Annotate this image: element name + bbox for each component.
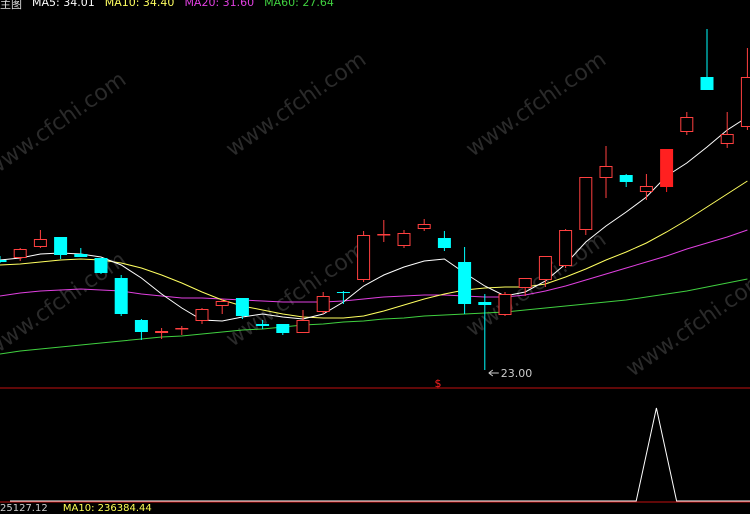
candle-body (0, 260, 7, 262)
candle-body (700, 77, 714, 90)
candle-body (559, 230, 573, 266)
watermark-text: www.cfchi.com (222, 47, 371, 162)
candle-body (619, 175, 633, 182)
candle-body (296, 320, 310, 333)
candle (680, 112, 694, 135)
volume-panel (10, 407, 750, 502)
candle (599, 146, 613, 198)
candle (458, 247, 472, 314)
volume-ma-value: MA10: 236384.44 (62, 503, 152, 514)
candle (296, 310, 310, 333)
indicator-legend: 主图 MA5: 34.01 MA10: 34.40 MA20: 31.60 MA… (0, 0, 334, 11)
candle (639, 174, 653, 200)
candle-body (13, 249, 27, 258)
candle (397, 230, 411, 248)
candle (114, 275, 128, 316)
candle-body (235, 298, 249, 316)
watermark-text: www.cfchi.com (222, 237, 371, 352)
candle-body (316, 296, 330, 312)
candle (498, 292, 512, 316)
candle-body (94, 258, 108, 273)
ma5-legend: MA5: 34.01 (32, 0, 95, 9)
ma10-legend: MA10: 34.40 (104, 0, 175, 9)
candle (13, 248, 27, 261)
candle-body (215, 301, 229, 306)
separator-lines (0, 387, 750, 503)
candle-body (256, 324, 270, 326)
candle (579, 177, 593, 235)
candle (74, 248, 88, 257)
candle (740, 48, 750, 130)
candle (660, 149, 674, 192)
low-price-label: 23.00 (501, 367, 533, 380)
candle (336, 291, 350, 304)
watermark-text: www.cfchi.com (462, 227, 611, 342)
candle-body (54, 237, 68, 255)
candle-body (478, 302, 492, 305)
candle (357, 231, 371, 282)
candle-body (680, 117, 694, 132)
candle-body (276, 324, 290, 333)
candlestick-chart: www.cfchi.com www.cfchi.com www.cfchi.comw… (0, 29, 750, 503)
candle-body (74, 254, 88, 257)
volume-legend: 25127.12 MA10: 236384.44 (0, 503, 152, 514)
candle-body (639, 186, 653, 192)
watermark-layer: www.cfchi.com www.cfchi.com www.cfchi.comw… (0, 47, 750, 382)
candle-body (336, 292, 350, 293)
candle-body (377, 234, 391, 236)
candle (195, 308, 209, 324)
candle (215, 299, 229, 314)
candle (720, 112, 734, 148)
candle (417, 219, 431, 231)
candle (175, 326, 189, 335)
candle-body (357, 235, 371, 280)
candle-body (155, 331, 169, 333)
candle-body (579, 177, 593, 230)
candle (134, 319, 148, 340)
candle-body (538, 256, 552, 280)
candle (276, 324, 290, 335)
watermark-text: www.cfchi.com (462, 47, 611, 162)
signal-marker: $ (435, 377, 442, 390)
candle-body (195, 309, 209, 321)
candle (235, 298, 249, 319)
candle (619, 174, 633, 187)
annotations: 23.00 $ (435, 367, 533, 390)
panel-label: 主图 (0, 0, 22, 11)
candle-body (740, 77, 750, 127)
watermark-text: www.cfchi.com (0, 67, 131, 182)
candle (33, 230, 47, 248)
candle (700, 29, 714, 90)
candle-body (437, 238, 451, 248)
ma60-legend: MA60: 27.64 (264, 0, 334, 9)
candle-body (518, 278, 532, 288)
candle-body (660, 149, 674, 187)
candle (316, 292, 330, 314)
candle-body (33, 239, 47, 247)
candle-body (175, 328, 189, 330)
candle-body (417, 224, 431, 229)
candle (437, 231, 451, 251)
volume-signal-line (10, 407, 750, 502)
candle-body (114, 278, 128, 314)
candle (94, 258, 108, 274)
candle-body (599, 166, 613, 178)
candle (559, 229, 573, 268)
candle (54, 237, 68, 259)
candle (377, 220, 391, 242)
candle-body (134, 320, 148, 332)
ma20-legend: MA20: 31.60 (184, 0, 255, 9)
watermark-text: www.cfchi.com (622, 267, 750, 382)
candle-body (498, 294, 512, 315)
candle-body (397, 233, 411, 246)
volume-value: 25127.12 (0, 503, 48, 514)
candle-body (720, 134, 734, 144)
candle-body (458, 262, 472, 304)
